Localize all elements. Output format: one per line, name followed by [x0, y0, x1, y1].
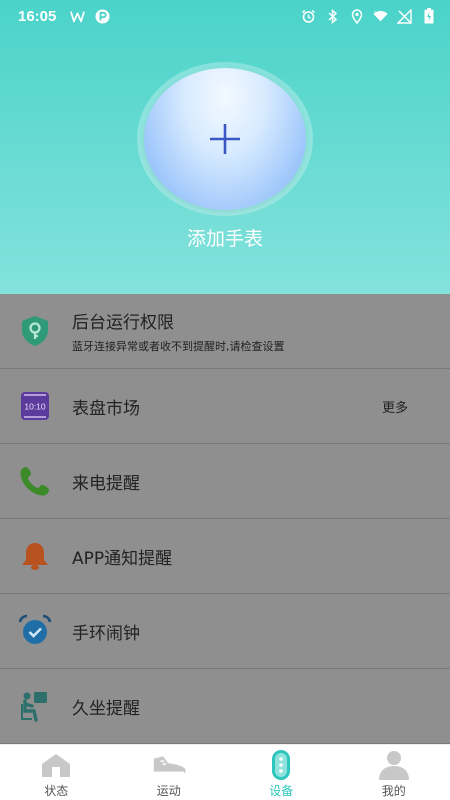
bell-icon	[18, 539, 52, 573]
row-title: 手环闹钟	[72, 623, 140, 644]
phone-icon	[18, 464, 52, 498]
plus-icon	[210, 124, 240, 154]
add-watch-circle[interactable]	[144, 68, 306, 210]
list-item-app-notification[interactable]: APP通知提醒	[0, 519, 450, 594]
settings-list: 后台运行权限 蓝牙连接异常或者收不到提醒时,请检查设置 10:10 表盘市场 更…	[0, 294, 450, 744]
alarm-clock-icon	[18, 614, 52, 648]
band-icon	[263, 750, 299, 780]
status-time: 16:05	[18, 7, 57, 25]
battery-icon	[421, 8, 436, 24]
row-subtitle: 蓝牙连接异常或者收不到提醒时,请检查设置	[72, 340, 285, 353]
shield-key-icon	[18, 314, 52, 348]
sedentary-icon	[18, 689, 52, 723]
row-title: 久坐提醒	[72, 698, 140, 719]
shoe-icon	[151, 750, 187, 780]
row-title: 后台运行权限	[72, 313, 174, 333]
tab-sport[interactable]: 运动	[113, 745, 226, 800]
list-item-background-permission[interactable]: 后台运行权限 蓝牙连接异常或者收不到提醒时,请检查设置	[0, 294, 450, 369]
profile-icon	[376, 750, 412, 780]
no-signal-icon	[397, 8, 412, 24]
tab-mine[interactable]: 我的	[338, 745, 450, 800]
tab-status[interactable]: 状态	[0, 745, 113, 800]
header: 16:05 添加手表	[0, 0, 450, 294]
add-watch-label[interactable]: 添加手表	[0, 224, 450, 251]
watch-face-time: 10:10	[24, 402, 46, 412]
more-link[interactable]: 更多	[382, 397, 408, 416]
alarm-icon	[301, 9, 316, 24]
tab-device[interactable]: 设备	[225, 745, 338, 800]
watch-face-icon: 10:10	[18, 389, 52, 423]
wifi-icon	[373, 9, 388, 24]
w-app-icon	[70, 9, 86, 24]
status-bar: 16:05	[0, 0, 450, 32]
tab-label: 状态	[44, 784, 69, 798]
tab-label: 我的	[381, 784, 406, 798]
location-icon	[349, 8, 364, 24]
bluetooth-icon	[325, 8, 340, 24]
list-item-watch-face-market[interactable]: 10:10 表盘市场 更多	[0, 369, 450, 444]
home-icon	[38, 750, 74, 780]
list-item-call-reminder[interactable]: 来电提醒	[0, 444, 450, 519]
row-title: 表盘市场	[72, 398, 140, 419]
row-title: APP通知提醒	[72, 548, 173, 569]
add-watch-button[interactable]	[137, 62, 313, 216]
tab-label: 设备	[269, 784, 294, 798]
list-item-sedentary-reminder[interactable]: 久坐提醒	[0, 669, 450, 744]
tab-label: 运动	[156, 784, 181, 798]
bottom-nav: 状态 运动 设备 我的	[0, 744, 450, 800]
row-title: 来电提醒	[72, 473, 140, 494]
p-app-icon	[95, 9, 110, 24]
list-item-band-alarm[interactable]: 手环闹钟	[0, 594, 450, 669]
